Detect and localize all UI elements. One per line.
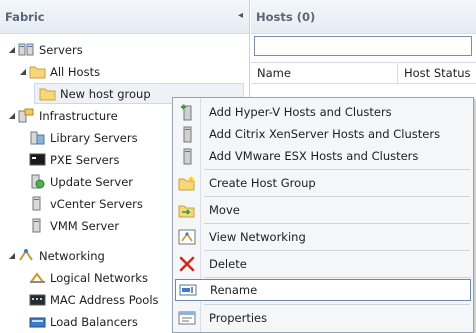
tree-label: Servers (39, 42, 83, 57)
menu-item-add-hyperv-hosts[interactable]: Add Hyper-V Hosts and Clusters (175, 101, 471, 123)
menu-item-view-networking[interactable]: View Networking (175, 226, 471, 248)
tree-item-logical-networks[interactable]: Logical Networks (29, 267, 148, 288)
column-header-name[interactable]: Name (251, 63, 397, 83)
library-server-icon (29, 130, 46, 145)
tree-label: Logical Networks (50, 270, 148, 285)
xenserver-host-icon (175, 124, 199, 144)
menu-separator (204, 277, 470, 278)
hosts-title: Hosts (0) (256, 9, 316, 24)
expander-icon[interactable]: ◢ (17, 67, 29, 76)
menu-separator (204, 250, 470, 251)
expander-icon[interactable]: ◢ (6, 45, 18, 54)
expander-icon[interactable]: ◢ (6, 111, 18, 120)
menu-item-delete[interactable]: Delete (175, 253, 471, 275)
networking-icon (18, 248, 35, 263)
tree-label: MAC Address Pools (50, 292, 159, 307)
fabric-title: Fabric (5, 9, 45, 24)
menu-item-create-host-group[interactable]: Create Host Group (175, 172, 471, 194)
column-header-host-status[interactable]: Host Status (397, 63, 476, 83)
hosts-search-input[interactable] (254, 36, 472, 56)
tree-item-load-balancers[interactable]: Load Balancers (29, 311, 138, 332)
collapse-pane-icon[interactable]: ◂ (238, 10, 243, 21)
menu-separator (204, 196, 470, 197)
servers-icon (18, 42, 35, 57)
context-menu: Add Hyper-V Hosts and Clusters Add Citri… (172, 97, 474, 333)
infrastructure-icon (18, 108, 35, 123)
vmm-server-icon (29, 218, 46, 233)
tree-item-library-servers[interactable]: Library Servers (29, 127, 138, 148)
menu-item-properties[interactable]: Properties (175, 307, 471, 329)
load-balancer-icon (29, 314, 46, 329)
mac-pool-icon (29, 292, 46, 307)
menu-separator (204, 223, 470, 224)
tree-label: Infrastructure (39, 108, 118, 123)
tree-item-all-hosts[interactable]: ◢ All Hosts (17, 61, 100, 82)
tree-item-servers[interactable]: ◢ Servers (6, 39, 83, 60)
vmware-host-icon (175, 146, 199, 166)
tree-item-vcenter-servers[interactable]: vCenter Servers (29, 193, 143, 214)
tree-label: vCenter Servers (50, 196, 143, 211)
tree-item-infrastructure[interactable]: ◢ Infrastructure (6, 105, 118, 126)
logical-networks-icon (29, 270, 46, 285)
tree-item-vmm-server[interactable]: VMM Server (29, 215, 119, 236)
tree-label: Networking (39, 248, 105, 263)
menu-item-add-vmware-hosts[interactable]: Add VMware ESX Hosts and Clusters (175, 145, 471, 167)
create-folder-icon (175, 173, 199, 193)
tree-label: New host group (60, 86, 151, 101)
update-server-icon (29, 174, 46, 189)
folder-icon (39, 86, 56, 101)
hyperv-host-icon (175, 102, 199, 122)
properties-icon (175, 308, 199, 328)
tree-item-pxe-servers[interactable]: PXE Servers (29, 149, 119, 170)
tree-item-update-server[interactable]: Update Server (29, 171, 133, 192)
move-icon (175, 200, 199, 220)
delete-icon (175, 254, 199, 274)
expander-icon[interactable]: ◢ (6, 251, 18, 260)
tree-item-networking[interactable]: ◢ Networking (6, 245, 105, 266)
menu-item-add-xenserver-hosts[interactable]: Add Citrix XenServer Hosts and Clusters (175, 123, 471, 145)
tree-label: Load Balancers (50, 314, 138, 329)
folder-icon (29, 64, 46, 79)
hosts-header: Hosts (0) (251, 0, 476, 34)
rename-icon (176, 280, 200, 300)
tree-label: Update Server (50, 174, 134, 189)
pxe-server-icon (29, 152, 46, 167)
menu-item-rename[interactable]: Rename (175, 279, 471, 301)
vcenter-server-icon (29, 196, 46, 211)
menu-separator (204, 169, 470, 170)
fabric-header: Fabric (0, 0, 249, 34)
menu-item-move[interactable]: Move (175, 199, 471, 221)
tree-label: VMM Server (50, 218, 120, 233)
view-networking-icon (175, 227, 199, 247)
tree-label: All Hosts (50, 64, 101, 79)
tree-label: PXE Servers (50, 152, 120, 167)
hosts-column-header-row: Name Host Status (251, 62, 476, 84)
tree-item-mac-address-pools[interactable]: MAC Address Pools (29, 289, 159, 310)
tree-label: Library Servers (50, 130, 138, 145)
menu-separator (204, 304, 470, 305)
